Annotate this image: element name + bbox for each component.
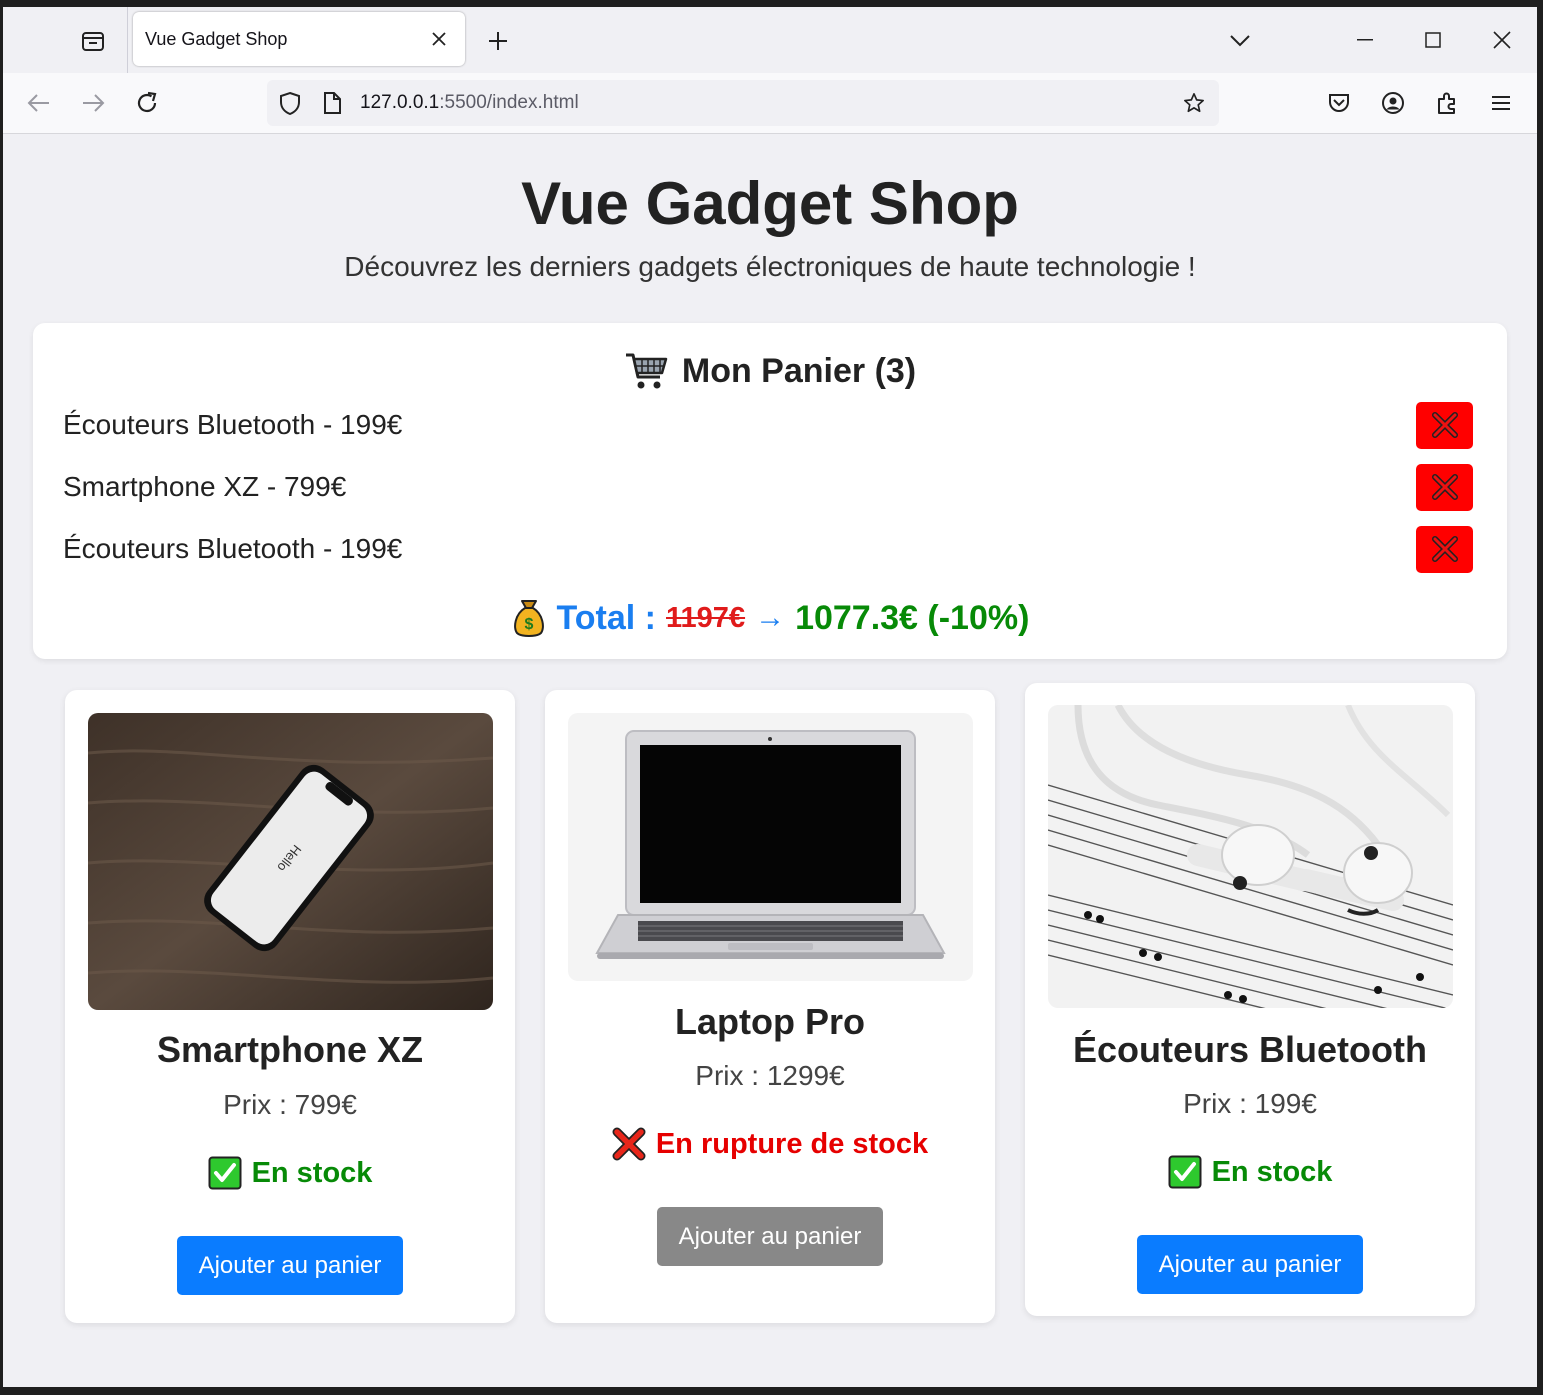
minimize-button[interactable] (1335, 17, 1395, 63)
total-discounted-price: 1077.3€ (-10%) (795, 599, 1030, 637)
arrow-left-icon (27, 94, 49, 112)
check-mark-icon (1168, 1155, 1202, 1189)
cart-panel: Mon Panier (3) Écouteurs Bluetooth - 199… (33, 323, 1507, 659)
tab-separator (127, 7, 128, 73)
remove-x-icon (1431, 536, 1458, 562)
tab-close-button[interactable] (423, 23, 455, 55)
product-image: Hello (88, 713, 493, 1010)
cart-title: Mon Panier (3) (681, 352, 917, 390)
page-title: Vue Gadget Shop (521, 170, 1019, 237)
money-bag-icon: $ (513, 600, 544, 637)
url-bar[interactable]: 127.0.0.1:5500/index.html (267, 80, 1219, 126)
product-card: Laptop Pro Prix : 1299€ En rupture de st… (545, 690, 995, 1323)
menu-button[interactable] (1484, 86, 1518, 120)
cart-item: Écouteurs Bluetooth - 199€ (63, 401, 1473, 449)
stock-text: En stock (1211, 1156, 1333, 1188)
cart-item: Écouteurs Bluetooth - 199€ (63, 525, 1473, 573)
navigation-bar: 127.0.0.1:5500/index.html (3, 73, 1537, 134)
maximize-icon (1425, 32, 1441, 48)
tab-title: Vue Gadget Shop (145, 28, 288, 49)
product-card: Hello Smartphone XZ Prix : 799€ En stock… (65, 690, 515, 1323)
pocket-icon (1329, 94, 1349, 112)
hamburger-menu-icon (1492, 96, 1510, 110)
remove-item-button[interactable] (1416, 401, 1473, 449)
plus-icon (489, 32, 507, 50)
product-price: Prix : 799€ (223, 1089, 357, 1120)
cart-item-label: Écouteurs Bluetooth - 199€ (63, 409, 403, 440)
tab-strip: Vue Gadget Shop (3, 7, 1537, 73)
back-button[interactable] (22, 86, 56, 120)
total-original-price: 1197€ (666, 602, 746, 634)
shopping-cart-icon (625, 353, 668, 389)
product-price: Prix : 1299€ (695, 1060, 845, 1091)
add-to-cart-button[interactable]: Ajouter au panier (1137, 1235, 1363, 1294)
forward-button[interactable] (76, 86, 110, 120)
url-host: 127.0.0.1 (360, 92, 440, 113)
reload-button[interactable] (130, 86, 164, 120)
product-price: Prix : 199€ (1183, 1088, 1317, 1119)
stock-status: En stock (65, 1154, 515, 1192)
maximize-button[interactable] (1403, 17, 1463, 63)
product-image (1048, 705, 1453, 1008)
product-name: Écouteurs Bluetooth (1072, 1029, 1427, 1070)
tab-list-icon (82, 32, 104, 51)
cart-item-label: Écouteurs Bluetooth - 199€ (63, 533, 403, 564)
product-card: Écouteurs Bluetooth Prix : 199€ En stock… (1025, 683, 1475, 1316)
shield-icon[interactable] (279, 91, 301, 115)
chevron-down-icon (1230, 35, 1250, 47)
remove-item-button[interactable] (1416, 463, 1473, 511)
svg-text:$: $ (524, 616, 533, 633)
add-to-cart-button[interactable]: Ajouter au panier (177, 1236, 403, 1295)
account-button[interactable] (1376, 86, 1410, 120)
url-text[interactable]: 127.0.0.1:5500/index.html (360, 92, 579, 114)
tab-overflow-button[interactable] (1223, 24, 1257, 58)
add-to-cart-button[interactable]: Ajouter au panier (657, 1207, 883, 1266)
total-arrow: → (755, 601, 786, 634)
extensions-button[interactable] (1430, 86, 1464, 120)
remove-item-button[interactable] (1416, 525, 1473, 573)
cross-mark-icon (612, 1127, 646, 1161)
close-icon (1493, 31, 1511, 49)
stock-text: En stock (251, 1157, 373, 1189)
arrow-right-icon (83, 94, 105, 112)
bookmark-star-icon[interactable] (1183, 92, 1205, 114)
browser-window: Vue Gadget Shop 127.0.0.1:5500/index.htm… (3, 7, 1537, 1387)
page-icon (321, 92, 343, 114)
cart-item: Smartphone XZ - 799€ (63, 463, 1473, 511)
minimize-icon (1357, 39, 1373, 41)
url-path: :5500/index.html (439, 92, 579, 113)
product-name: Laptop Pro (675, 1001, 865, 1042)
new-tab-button[interactable] (481, 24, 515, 58)
stock-text: En rupture de stock (655, 1128, 929, 1160)
check-mark-icon (208, 1156, 242, 1190)
account-icon (1382, 92, 1404, 114)
close-window-button[interactable] (1472, 17, 1532, 63)
product-name: Smartphone XZ (156, 1029, 424, 1070)
puzzle-icon (1438, 92, 1455, 114)
close-icon (432, 32, 446, 46)
page-content: Vue Gadget Shop Découvrez les derniers g… (3, 134, 1537, 1387)
cart-total: $ Total : 1197€ → 1077.3€ (-10%) (33, 595, 1507, 641)
active-tab[interactable]: Vue Gadget Shop (133, 12, 465, 66)
stock-status: En rupture de stock (545, 1125, 995, 1163)
cart-item-label: Smartphone XZ - 799€ (63, 471, 347, 502)
stock-status: En stock (1025, 1153, 1475, 1191)
remove-x-icon (1431, 412, 1458, 438)
pocket-button[interactable] (1322, 86, 1356, 120)
page-subtitle: Découvrez les derniers gadgets électroni… (344, 251, 1196, 282)
remove-x-icon (1431, 474, 1458, 500)
reload-icon (137, 91, 157, 113)
total-label: Total : (556, 599, 657, 637)
tab-list-button[interactable] (75, 25, 111, 57)
product-image (568, 713, 973, 981)
cart-heading: Mon Panier (3) (33, 347, 1507, 395)
